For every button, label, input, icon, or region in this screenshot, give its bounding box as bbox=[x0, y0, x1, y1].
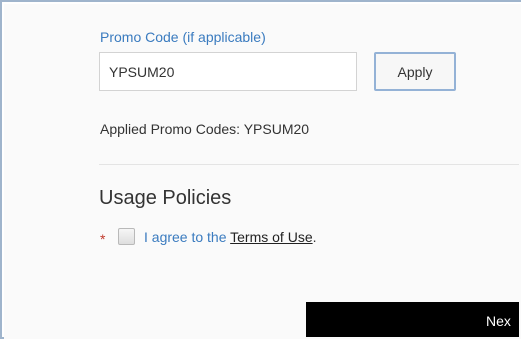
apply-button[interactable]: Apply bbox=[374, 52, 456, 91]
agree-label: I agree to the Terms of Use. bbox=[144, 229, 317, 245]
applied-promo-codes: Applied Promo Codes: YPSUM20 bbox=[100, 121, 310, 137]
agree-suffix-text: . bbox=[312, 229, 317, 245]
required-asterisk: * bbox=[100, 231, 106, 247]
usage-policies-title: Usage Policies bbox=[99, 187, 232, 209]
terms-of-use-link[interactable]: Terms of Use bbox=[230, 229, 312, 245]
promo-code-input[interactable] bbox=[99, 52, 357, 91]
next-button-label: Nex bbox=[486, 313, 511, 329]
agree-checkbox[interactable] bbox=[118, 228, 135, 245]
next-button[interactable]: Nex bbox=[306, 302, 519, 337]
agree-prefix-text: I agree to the bbox=[144, 229, 231, 245]
screenshot-frame bbox=[0, 0, 521, 339]
section-divider bbox=[99, 164, 519, 165]
promo-code-label: Promo Code (if applicable) bbox=[100, 29, 266, 45]
